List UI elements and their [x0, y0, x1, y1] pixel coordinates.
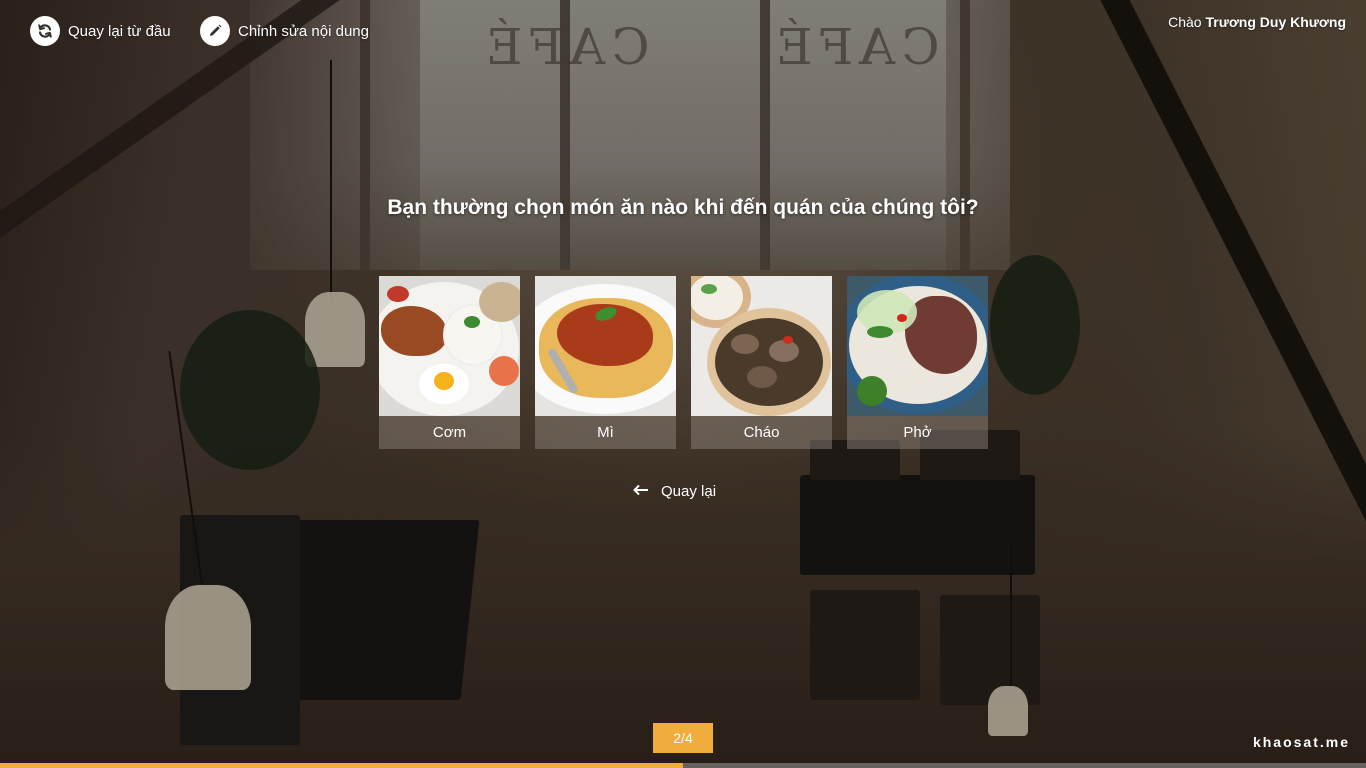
edit-content-label: Chỉnh sửa nội dung [238, 22, 369, 40]
option-mi[interactable]: Mì [535, 276, 676, 449]
brand-logo: khaosat.me [1252, 734, 1350, 750]
pho-photo [847, 276, 988, 416]
option-label: Phở [847, 416, 988, 449]
option-label: Mì [535, 416, 676, 449]
rice-plate-photo [379, 276, 520, 416]
pencil-icon [200, 16, 230, 46]
progress-bar [0, 763, 1366, 768]
back-label: Quay lại [661, 483, 717, 500]
back-button[interactable]: Quay lại [633, 483, 716, 500]
refresh-icon [30, 16, 60, 46]
question-title: Bạn thường chọn món ăn nào khi đến quán … [387, 196, 979, 219]
user-greeting: Chào Trương Duy Khương [1168, 14, 1346, 30]
user-name: Trương Duy Khương [1205, 14, 1346, 30]
option-label: Cơm [379, 416, 520, 449]
greeting-prefix: Chào [1168, 14, 1202, 30]
arrow-left-icon [633, 483, 649, 500]
restart-label: Quay lại từ đầu [68, 22, 171, 40]
answer-options: Cơm Mì Cháo Phở [379, 276, 988, 449]
option-label: Cháo [691, 416, 832, 449]
option-chao[interactable]: Cháo [691, 276, 832, 449]
option-com[interactable]: Cơm [379, 276, 520, 449]
option-pho[interactable]: Phở [847, 276, 988, 449]
porridge-photo [691, 276, 832, 416]
restart-button[interactable]: Quay lại từ đầu [30, 16, 171, 46]
page-indicator: 2/4 [653, 723, 713, 753]
spaghetti-photo [535, 276, 676, 416]
progress-fill [0, 763, 683, 768]
edit-content-button[interactable]: Chỉnh sửa nội dung [200, 16, 369, 46]
